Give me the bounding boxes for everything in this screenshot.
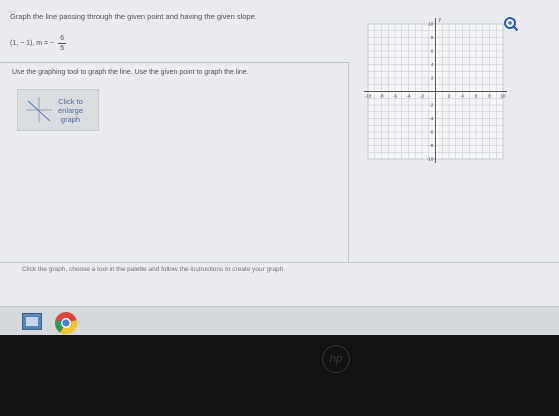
label-line2: enlarge [58, 105, 84, 115]
x-tick-label: -10 [365, 94, 372, 99]
x-tick-label: 4 [461, 94, 464, 99]
label-line3: graph [60, 114, 81, 124]
screen: Graph the line passing through the given… [0, 0, 559, 335]
instruction-text: Use the graphing tool to graph the line.… [12, 69, 249, 76]
footer-hint: Click the graph, choose a tool in the pa… [22, 266, 286, 273]
chrome-icon[interactable] [54, 311, 78, 335]
x-tick-label: 2 [448, 94, 451, 99]
y-tick-label: 10 [428, 22, 434, 27]
y-tick-label: -8 [429, 143, 434, 148]
enlarge-graph-label: Click to enlarge graph [58, 97, 83, 124]
y-tick-label: 2 [431, 76, 434, 81]
slope-numerator: 6 [60, 34, 65, 42]
hp-logo: hp [322, 345, 350, 373]
slope-denominator: 5 [60, 44, 65, 52]
file-explorer-icon[interactable] [22, 313, 42, 330]
x-tick-label: -8 [379, 94, 384, 99]
coordinate-grid[interactable]: xy-10-8-6-4-2246810108642-2-4-6-8-10 [358, 12, 508, 172]
x-tick-label: 10 [500, 94, 506, 99]
y-tick-label: 4 [431, 62, 434, 67]
x-tick-label: 8 [488, 94, 491, 99]
label-line1: Click to [58, 96, 83, 106]
y-axis-label: y [439, 17, 442, 23]
x-tick-label: 6 [475, 94, 478, 99]
y-tick-label: -6 [429, 130, 434, 135]
footer-divider [0, 262, 559, 263]
given-point-slope: (1, − 1), m = − 6 5 [10, 32, 67, 54]
slope-fraction: 6 5 [58, 34, 67, 53]
taskbar [0, 306, 559, 335]
monitor-bezel [0, 335, 559, 416]
x-tick-label: -2 [420, 94, 425, 99]
x-tick-label: -6 [393, 94, 398, 99]
zoom-icon[interactable] [503, 16, 519, 32]
enlarge-graph-button[interactable]: Click to enlarge graph [17, 89, 99, 131]
graph-thumbnail-icon [26, 97, 52, 123]
x-tick-label: -4 [406, 94, 411, 99]
y-tick-label: -4 [429, 116, 434, 121]
vertical-divider [348, 62, 349, 262]
question-prompt: Graph the line passing through the given… [10, 12, 257, 21]
y-tick-label: 8 [431, 35, 434, 40]
y-tick-label: -10 [427, 157, 434, 162]
y-tick-label: 6 [431, 49, 434, 54]
y-tick-label: -2 [429, 103, 434, 108]
given-point: (1, − 1), m = − [10, 39, 55, 47]
divider [0, 62, 350, 63]
